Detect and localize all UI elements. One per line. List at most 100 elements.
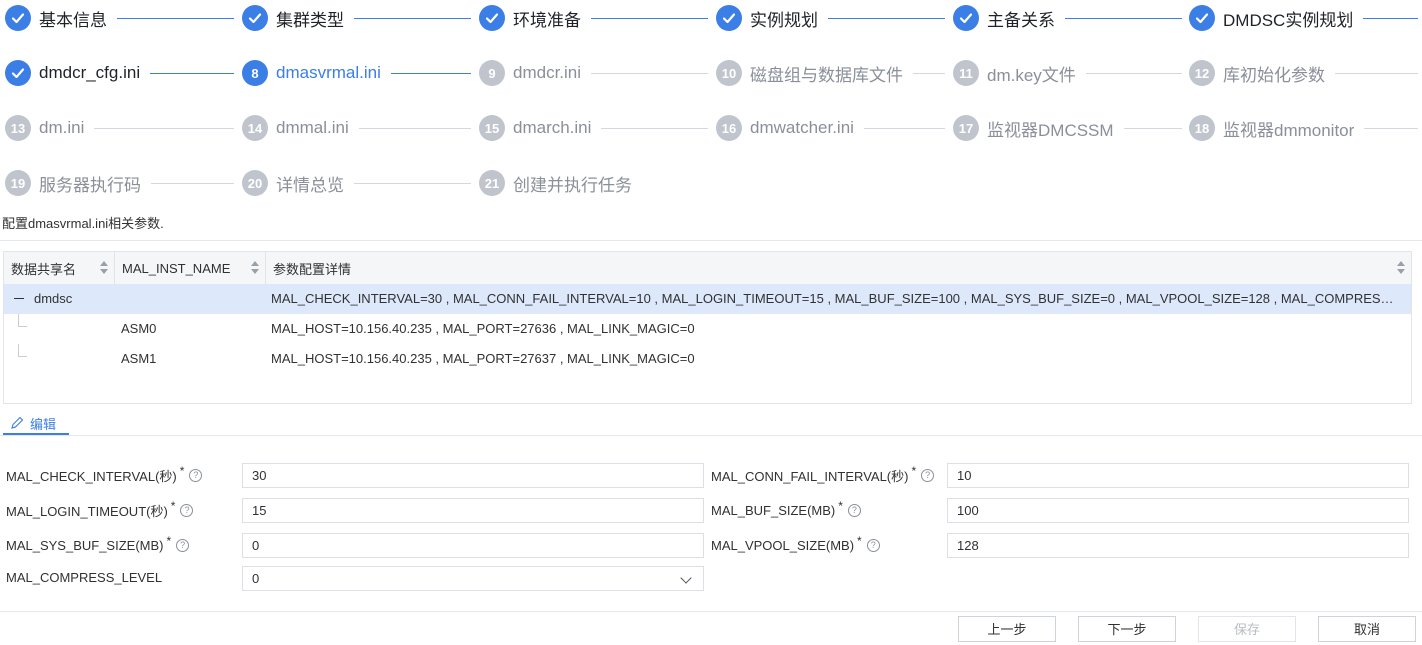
step-number: 11 xyxy=(953,60,979,86)
step-10[interactable]: 10 磁盘组与数据库文件 xyxy=(716,59,945,87)
help-icon[interactable]: ? xyxy=(189,468,203,482)
column-header-label: MAL_INST_NAME xyxy=(122,260,231,276)
sort-icon[interactable] xyxy=(251,261,259,275)
step-1[interactable]: 基本信息 xyxy=(5,4,234,32)
column-header-label: 参数配置详情 xyxy=(273,261,352,277)
step-label: DMDSC实例规划 xyxy=(1223,10,1354,30)
divider xyxy=(0,611,1422,612)
sys-buf-size-input[interactable]: 0 xyxy=(242,533,704,558)
step-label: dmarch.ini xyxy=(513,118,592,137)
help-icon[interactable]: ? xyxy=(866,538,880,552)
help-icon[interactable]: ? xyxy=(176,538,190,552)
required-mark: * xyxy=(857,534,862,548)
prev-button[interactable]: 上一步 xyxy=(958,616,1056,642)
field-label: MAL_COMPRESS_LEVEL xyxy=(6,569,163,585)
share-name-cell xyxy=(34,344,114,374)
help-icon[interactable]: ? xyxy=(180,503,194,517)
column-header-share-name[interactable]: 数据共享名 xyxy=(4,252,115,284)
step-number: 10 xyxy=(716,60,742,86)
step-4[interactable]: 实例规划 xyxy=(716,4,945,32)
step-number: 18 xyxy=(1189,115,1215,141)
sort-icon[interactable] xyxy=(100,261,108,275)
step-5[interactable]: 主备关系 xyxy=(953,4,1182,32)
step-connector xyxy=(828,17,945,19)
pencil-icon xyxy=(11,416,24,429)
step-6[interactable]: DMDSC实例规划 xyxy=(1189,4,1418,32)
step-3[interactable]: 环境准备 xyxy=(479,4,708,32)
step-connector xyxy=(358,127,471,129)
step-label: 详情总览 xyxy=(276,175,344,195)
step-21[interactable]: 21 创建并执行任务 xyxy=(479,169,708,197)
step-20[interactable]: 20 详情总览 xyxy=(242,169,471,197)
step-label: 集群类型 xyxy=(276,10,344,30)
input-value: 100 xyxy=(957,503,979,518)
step-number: 14 xyxy=(242,115,268,141)
check-icon xyxy=(242,5,268,31)
step-number: 15 xyxy=(479,115,505,141)
step-17[interactable]: 17 监视器DMCSSM xyxy=(953,114,1182,142)
step-label: 监视器DMCSSM xyxy=(987,120,1114,140)
buf-size-input[interactable]: 100 xyxy=(947,498,1409,523)
vpool-size-input[interactable]: 128 xyxy=(947,533,1409,558)
step-label: 创建并执行任务 xyxy=(513,175,632,195)
table-row[interactable]: dmdsc MAL_CHECK_INTERVAL=30 , MAL_CONN_F… xyxy=(4,284,1411,314)
tree-branch-icon xyxy=(18,344,27,357)
step-7[interactable]: dmdcr_cfg.ini xyxy=(5,59,234,87)
step-connector xyxy=(150,72,234,74)
step-18[interactable]: 18 监视器dmmonitor xyxy=(1189,114,1418,142)
step-9[interactable]: 9 dmdcr.ini xyxy=(479,59,708,87)
table-row[interactable]: ASM1 MAL_HOST=10.156.40.235 , MAL_PORT=2… xyxy=(4,344,1411,374)
step-connector xyxy=(1085,72,1182,74)
step-connector xyxy=(94,127,234,129)
column-header-inst-name[interactable]: MAL_INST_NAME xyxy=(115,252,266,284)
step-connector xyxy=(863,127,945,129)
step-8[interactable]: 8 dmasvrmal.ini xyxy=(242,59,471,87)
share-name-cell: dmdsc xyxy=(34,291,73,306)
column-header-detail[interactable]: 参数配置详情 xyxy=(266,252,1411,284)
login-timeout-input[interactable]: 15 xyxy=(242,498,704,523)
field-label: MAL_CHECK_INTERVAL(秒) xyxy=(6,468,177,484)
next-button[interactable]: 下一步 xyxy=(1078,616,1176,642)
step-15[interactable]: 15 dmarch.ini xyxy=(479,114,708,142)
wizard-steps: 基本信息 集群类型 环境准备 实例规划 主备关系 DMDSC实例规划 dmdcr… xyxy=(0,0,1422,200)
step-14[interactable]: 14 dmmal.ini xyxy=(242,114,471,142)
check-interval-input[interactable]: 30 xyxy=(242,463,704,488)
step-number: 21 xyxy=(479,170,505,196)
conn-fail-interval-input[interactable]: 10 xyxy=(947,463,1409,488)
table-row[interactable]: ASM0 MAL_HOST=10.156.40.235 , MAL_PORT=2… xyxy=(4,314,1411,344)
compress-level-select[interactable]: 0 xyxy=(242,566,704,591)
collapse-icon[interactable] xyxy=(13,293,24,304)
column-header-label: 数据共享名 xyxy=(11,261,77,277)
required-mark: * xyxy=(179,464,185,478)
field-label: MAL_LOGIN_TIMEOUT(秒) xyxy=(6,503,168,519)
help-icon[interactable]: ? xyxy=(847,503,861,517)
step-16[interactable]: 16 dmwatcher.ini xyxy=(716,114,945,142)
input-value: 10 xyxy=(957,468,972,483)
step-connector xyxy=(151,182,234,184)
sort-icon[interactable] xyxy=(1397,261,1405,275)
step-label: dmwatcher.ini xyxy=(750,118,854,137)
step-19[interactable]: 19 服务器执行码 xyxy=(5,169,234,197)
save-button[interactable]: 保存 xyxy=(1198,616,1296,642)
cancel-button[interactable]: 取消 xyxy=(1318,616,1416,642)
step-label: dmdcr.ini xyxy=(513,63,582,82)
required-mark: * xyxy=(166,534,172,548)
step-label: 磁盘组与数据库文件 xyxy=(750,65,903,85)
vpool-size-label: MAL_VPOOL_SIZE(MB) * ? xyxy=(711,532,880,558)
step-connector xyxy=(354,182,471,184)
step-12[interactable]: 12 库初始化参数 xyxy=(1189,59,1418,87)
step-13[interactable]: 13 dm.ini xyxy=(5,114,234,142)
step-label: dmmal.ini xyxy=(276,118,349,137)
step-connector xyxy=(591,17,708,19)
compress-level-label: MAL_COMPRESS_LEVEL xyxy=(6,564,162,590)
chevron-down-icon xyxy=(680,572,692,584)
check-icon xyxy=(5,60,31,86)
tab-edit[interactable]: 编辑 xyxy=(10,411,56,435)
field-label: MAL_BUF_SIZE(MB) xyxy=(711,502,836,518)
inst-name-cell: ASM1 xyxy=(121,351,157,366)
help-icon[interactable]: ? xyxy=(921,468,935,482)
step-11[interactable]: 11 dm.key文件 xyxy=(953,59,1182,87)
step-2[interactable]: 集群类型 xyxy=(242,4,471,32)
check-icon xyxy=(479,5,505,31)
detail-cell: MAL_HOST=10.156.40.235 , MAL_PORT=27637 … xyxy=(271,351,695,366)
